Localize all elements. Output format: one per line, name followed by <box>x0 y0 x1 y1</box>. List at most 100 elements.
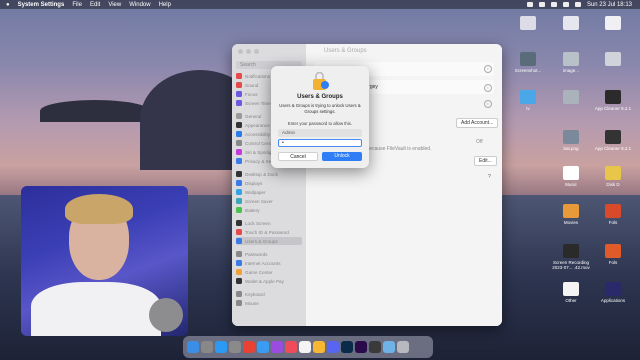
control-center-icon[interactable] <box>574 2 581 7</box>
music-icon[interactable] <box>285 341 297 353</box>
desktop-icon[interactable] <box>548 16 594 32</box>
desktop-icon[interactable]: Fols <box>590 244 636 265</box>
unlock-button[interactable]: Unlock <box>322 152 362 161</box>
desktop-file-icon <box>520 52 536 66</box>
sidebar-item[interactable]: Displays <box>236 179 302 187</box>
wallpaper-island <box>40 100 150 122</box>
podcasts-icon[interactable] <box>271 341 283 353</box>
desktop-icon[interactable]: Screen Recording 2023-07... .42.mov <box>548 244 594 270</box>
photoshop-icon[interactable] <box>341 341 353 353</box>
finder-icon[interactable] <box>187 341 199 353</box>
status-app-icon[interactable] <box>526 2 533 7</box>
sidebar-item-icon <box>236 207 242 213</box>
sidebar-item[interactable]: Wallet & Apple Pay <box>236 277 302 285</box>
desktop-icon[interactable]: Applications <box>590 282 636 303</box>
desktop-icon[interactable]: App Cleaner 8.2.1 <box>590 130 636 151</box>
desktop-file-icon <box>563 282 579 296</box>
sidebar-item[interactable]: Touch ID & Password <box>236 228 302 236</box>
sidebar-item-label: Sound <box>245 82 259 88</box>
info-icon[interactable]: i <box>484 65 492 73</box>
trash-icon[interactable] <box>397 341 409 353</box>
desktop-icon-label: App Cleaner 8.2.1 <box>594 146 632 151</box>
setting-value[interactable]: Off <box>476 139 483 145</box>
sidebar-item[interactable]: Wallpaper <box>236 188 302 196</box>
info-icon[interactable]: i <box>484 84 492 92</box>
help-button[interactable]: ? <box>488 174 491 180</box>
desktop-icon[interactable]: Fols <box>590 204 636 225</box>
edit-button[interactable]: Edit... <box>474 156 497 166</box>
launchpad-icon[interactable] <box>201 341 213 353</box>
desktop-icon[interactable]: Screenshot... <box>505 52 551 73</box>
menu-clock[interactable]: Sun 23 Jul 18:13 <box>587 2 632 8</box>
desktop-icon[interactable] <box>505 16 551 32</box>
menu-file[interactable]: File <box>72 2 82 8</box>
desktop-icon[interactable]: App Cleaner 8.2.1 <box>590 90 636 111</box>
sidebar-item-icon <box>236 198 242 204</box>
desktop-icon[interactable]: image... <box>548 52 594 73</box>
desktop-icon[interactable]: Other <box>548 282 594 303</box>
menu-view[interactable]: View <box>108 2 121 8</box>
sidebar-item[interactable]: Battery <box>236 206 302 214</box>
sidebar-item-label: Desktop & Dock <box>245 171 278 177</box>
desktop-icon[interactable]: Music <box>548 166 594 187</box>
notion-icon[interactable] <box>299 341 311 353</box>
minimize-button[interactable] <box>246 49 251 54</box>
desktop-icon[interactable] <box>590 52 636 68</box>
sidebar-item[interactable]: Lock Screen <box>236 219 302 227</box>
password-field[interactable]: • <box>278 139 362 147</box>
desktop-icon-label: Applications <box>600 298 626 303</box>
desktop-file-icon <box>563 204 579 218</box>
sidebar-item-label: Notifications <box>245 73 271 79</box>
sidebar-item-icon <box>236 269 242 275</box>
desktop-icon-label: Movies <box>563 220 579 225</box>
sidebar-item-label: Wallet & Apple Pay <box>245 278 284 284</box>
sidebar-item[interactable]: Desktop & Dock <box>236 170 302 178</box>
settings-icon[interactable] <box>229 341 241 353</box>
sidebar-item[interactable]: Passwords <box>236 250 302 258</box>
desktop-icon[interactable]: tv <box>505 90 551 111</box>
photos-icon[interactable] <box>313 341 325 353</box>
desktop-icon[interactable] <box>590 16 636 32</box>
folder-icon[interactable] <box>383 341 395 353</box>
battery-icon[interactable] <box>538 2 545 7</box>
desktop-icon-label: Screen Recording 2023-07... .42.mov <box>552 260 590 270</box>
menu-help[interactable]: Help <box>159 2 171 8</box>
desktop-icon[interactable]: bat.png <box>548 130 594 151</box>
add-account-button[interactable]: Add Account... <box>456 118 499 128</box>
sidebar-item-label: Screen Time <box>245 100 271 106</box>
sidebar-item-label: Lock Screen <box>245 220 271 226</box>
sidebar-item[interactable]: Keyboard <box>236 290 302 298</box>
premiere-icon[interactable] <box>355 341 367 353</box>
info-icon[interactable]: i <box>484 100 492 108</box>
dock <box>183 336 433 358</box>
chrome-icon[interactable] <box>243 341 255 353</box>
discord-icon[interactable] <box>327 341 339 353</box>
menu-edit[interactable]: Edit <box>90 2 100 8</box>
screenshot-icon[interactable] <box>369 341 381 353</box>
close-button[interactable] <box>238 49 243 54</box>
sidebar-item[interactable]: Screen Saver <box>236 197 302 205</box>
cancel-button[interactable]: Cancel <box>278 152 318 161</box>
wifi-icon[interactable] <box>550 2 557 7</box>
sidebar-item-icon <box>236 122 242 128</box>
sidebar-item[interactable]: Internet Accounts <box>236 259 302 267</box>
unlock-dialog: Users & Groups Users & Groups is trying … <box>271 66 369 168</box>
username-field[interactable]: Admin <box>278 129 362 137</box>
desktop-icon[interactable]: Movies <box>548 204 594 225</box>
safari-icon[interactable] <box>215 341 227 353</box>
sidebar-item[interactable]: Game Center <box>236 268 302 276</box>
desktop-icon[interactable]: Disk D <box>590 166 636 187</box>
menu-app-name[interactable]: System Settings <box>18 2 65 8</box>
menu-window[interactable]: Window <box>129 2 150 8</box>
sidebar-item[interactable]: Mouse <box>236 299 302 307</box>
sidebar-item-icon <box>236 100 242 106</box>
sidebar-item[interactable]: Users & Groups <box>236 237 302 245</box>
menu-bar: ● System Settings File Edit View Window … <box>0 0 640 9</box>
appstore-icon[interactable] <box>257 341 269 353</box>
zoom-button[interactable] <box>254 49 259 54</box>
search-icon[interactable] <box>562 2 569 7</box>
apple-menu-icon[interactable]: ● <box>6 2 10 8</box>
dialog-prompt: Enter your password to allow this. <box>287 121 353 126</box>
desktop-icon[interactable] <box>548 90 594 106</box>
desktop-file-icon <box>605 282 621 296</box>
